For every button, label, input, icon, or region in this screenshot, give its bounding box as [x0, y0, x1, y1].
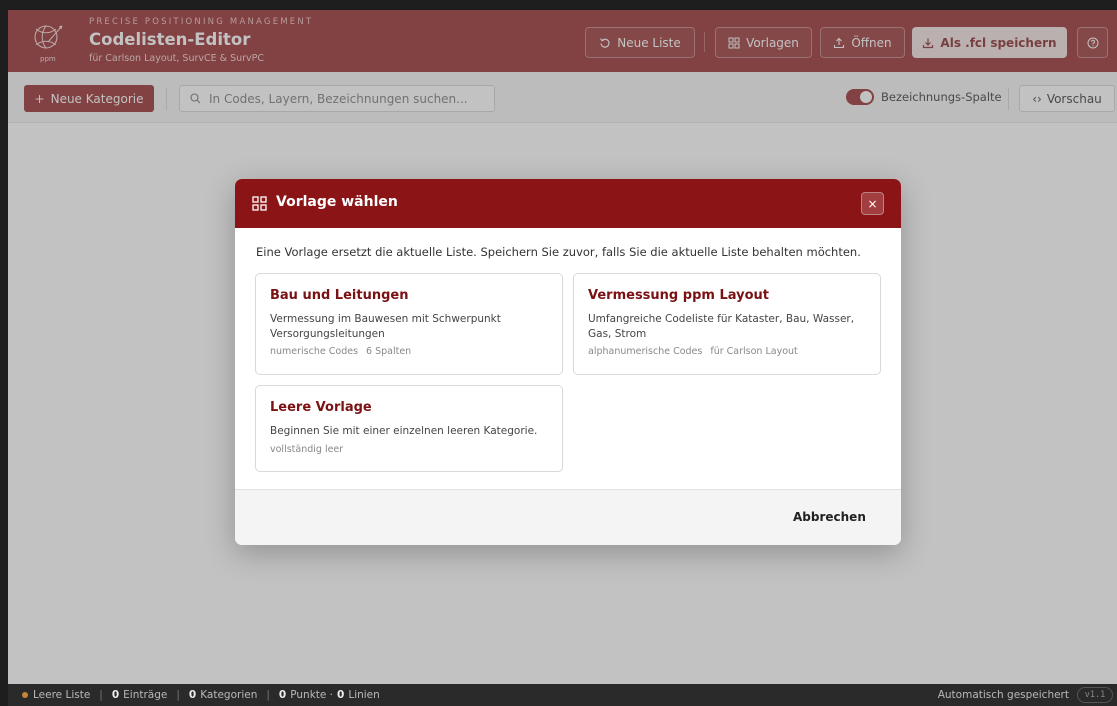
dialog-description: Eine Vorlage ersetzt die aktuelle Liste.…: [256, 245, 861, 259]
app-window: ppm PRECISE POSITIONING MANAGEMENT Codel…: [8, 10, 1117, 706]
card-tag: für Carlson Layout: [710, 346, 798, 357]
lines-label: Linien: [348, 689, 380, 701]
card-tag: vollständig leer: [270, 444, 344, 455]
dialog-header: Vorlage wählen ×: [235, 179, 901, 228]
template-card-bau-leitungen[interactable]: Bau und Leitungen Vermessung im Bauwesen…: [255, 273, 563, 375]
card-tag: alphanumerische Codes: [588, 346, 703, 357]
template-card-ppm-layout[interactable]: Vermessung ppm Layout Umfangreiche Codel…: [573, 273, 881, 375]
status-divider: |: [266, 689, 270, 701]
status-divider: |: [99, 689, 103, 701]
card-description: Beginnen Sie mit einer einzelnen leeren …: [270, 425, 538, 437]
close-button[interactable]: ×: [861, 192, 884, 215]
lines-count: 0: [337, 689, 345, 701]
card-tag: 6 Spalten: [366, 346, 412, 357]
card-meta: vollständig leer: [270, 444, 343, 455]
version-badge: v1.1: [1077, 687, 1113, 703]
points-count: 0: [278, 689, 287, 701]
card-title: Leere Vorlage: [270, 400, 372, 415]
autosave-status: Automatisch gespeichert: [937, 689, 1069, 701]
card-title: Bau und Leitungen: [270, 288, 409, 303]
entries-count: 0: [111, 689, 120, 701]
card-title: Vermessung ppm Layout: [588, 288, 769, 303]
template-dialog: Vorlage wählen × Eine Vorlage ersetzt di…: [235, 179, 901, 545]
card-tag: numerische Codes: [270, 346, 359, 357]
status-dot: [22, 692, 28, 698]
grid-icon: [252, 196, 267, 211]
categories-label: Kategorien: [200, 689, 258, 701]
template-card-leere-vorlage[interactable]: Leere Vorlage Beginnen Sie mit einer ein…: [255, 385, 563, 472]
modal-backdrop[interactable]: Vorlage wählen × Eine Vorlage ersetzt di…: [8, 10, 1117, 684]
points-label: Punkte ·: [290, 689, 334, 701]
status-divider: |: [176, 689, 180, 701]
dialog-title: Vorlage wählen: [276, 194, 398, 210]
dialog-footer: Abbrechen: [235, 489, 901, 545]
card-description: Umfangreiche Codeliste für Kataster, Bau…: [588, 313, 855, 340]
card-meta: numerische Codes 6 Spalten: [270, 346, 411, 357]
entries-label: Einträge: [123, 689, 168, 701]
card-meta: alphanumerische Codes für Carlson Layout: [588, 346, 798, 357]
categories-count: 0: [188, 689, 197, 701]
cancel-button[interactable]: Abbrechen: [785, 507, 874, 527]
card-description: Vermessung im Bauwesen mit Schwerpunkt V…: [270, 313, 501, 340]
status-bar: Leere Liste | 0 Einträge | 0 Kategorien …: [8, 684, 1117, 706]
list-state: Leere Liste: [33, 689, 91, 701]
